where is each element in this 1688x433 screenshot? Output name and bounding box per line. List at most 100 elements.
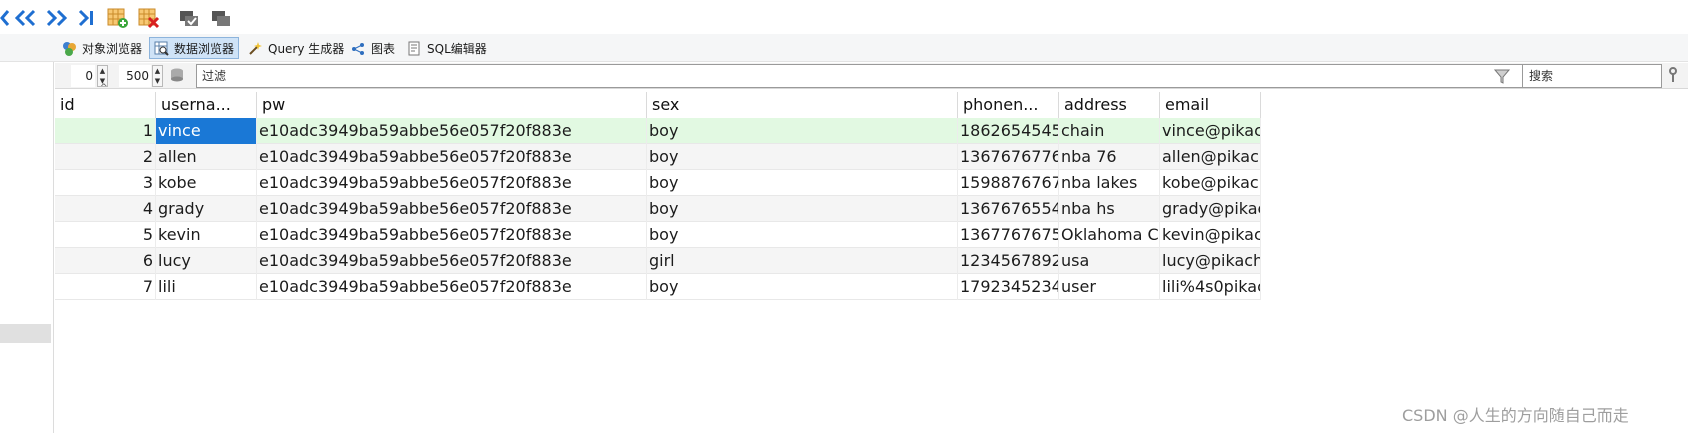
filter-input[interactable]: 过滤 ⌵	[196, 64, 1547, 88]
cell-address[interactable]: nba lakes	[1059, 170, 1160, 196]
cell-id[interactable]: 1	[55, 118, 156, 144]
table-row[interactable]: 5 kevin e10adc3949ba59abbe56e057f20f883e…	[55, 222, 1261, 248]
tab-label: SQL编辑器	[427, 41, 487, 56]
sql-editor-icon	[407, 41, 422, 56]
column-header-phonenum[interactable]: phonen...	[958, 92, 1059, 118]
left-panel-selection	[0, 324, 51, 343]
table-row[interactable]: 3 kobe e10adc3949ba59abbe56e057f20f883e …	[55, 170, 1261, 196]
cell-phonenum[interactable]: 13677676754	[958, 222, 1059, 248]
tab-label: 图表	[371, 41, 396, 56]
cell-phonenum[interactable]: 17923452343	[958, 274, 1059, 300]
search-input[interactable]: 搜索	[1522, 64, 1662, 88]
cell-pw[interactable]: e10adc3949ba59abbe56e057f20f883e	[257, 118, 647, 144]
limit-field[interactable]: 500	[119, 65, 151, 87]
cell-sex[interactable]: boy	[647, 144, 958, 170]
cell-email[interactable]: lucy@pikachu	[1160, 248, 1261, 274]
cell-id[interactable]: 7	[55, 274, 156, 300]
search-placeholder: 搜索	[1529, 69, 1554, 83]
cell-id[interactable]: 5	[55, 222, 156, 248]
tab-data-browser[interactable]: 数据浏览器	[149, 37, 240, 59]
cell-phonenum[interactable]: 15988767673	[958, 170, 1059, 196]
cell-email[interactable]: kevin@pikachu	[1160, 222, 1261, 248]
cell-pw[interactable]: e10adc3949ba59abbe56e057f20f883e	[257, 196, 647, 222]
tab-query-builder[interactable]: Query 生成器	[244, 37, 348, 59]
cell-id[interactable]: 4	[55, 196, 156, 222]
cell-phonenum[interactable]: 18626545458	[958, 118, 1059, 144]
first-icon[interactable]	[14, 6, 38, 30]
data-browser-icon	[154, 41, 169, 56]
cell-address[interactable]: Oklahoma City Thunder	[1059, 222, 1160, 248]
table-row[interactable]: 6 lucy e10adc3949ba59abbe56e057f20f883e …	[55, 248, 1261, 274]
cell-id[interactable]: 2	[55, 144, 156, 170]
cell-sex[interactable]: boy	[647, 222, 958, 248]
grid-header: ^ id userna... pw sex phonen... address …	[55, 83, 1261, 118]
tab-label: 数据浏览器	[174, 41, 235, 56]
cell-pw[interactable]: e10adc3949ba59abbe56e057f20f883e	[257, 274, 647, 300]
tab-label: 对象浏览器	[82, 41, 143, 56]
funnel-icon[interactable]	[1493, 67, 1511, 89]
column-header-email[interactable]: email	[1160, 92, 1261, 118]
cell-sex[interactable]: boy	[647, 170, 958, 196]
cell-username[interactable]: allen	[156, 144, 257, 170]
commit-icon[interactable]	[178, 6, 200, 30]
next-icon[interactable]	[44, 6, 68, 30]
column-header-address[interactable]: address	[1059, 92, 1160, 118]
tab-chart[interactable]: 图表	[347, 37, 399, 59]
column-header-username[interactable]: userna...	[156, 92, 257, 118]
query-builder-icon	[248, 41, 263, 56]
refresh-icon[interactable]	[169, 67, 185, 87]
cell-username[interactable]: vince	[156, 118, 257, 144]
cell-sex[interactable]: boy	[647, 274, 958, 300]
cell-phonenum[interactable]: 13676767767	[958, 144, 1059, 170]
cell-id[interactable]: 3	[55, 170, 156, 196]
cell-email[interactable]: kobe@pikachu	[1160, 170, 1261, 196]
cell-email[interactable]: allen@pikachu	[1160, 144, 1261, 170]
watermark: CSDN @人生的方向随自己而走	[1402, 406, 1629, 425]
add-row-icon[interactable]	[107, 6, 129, 30]
cell-username[interactable]: kevin	[156, 222, 257, 248]
cancel-icon[interactable]	[210, 6, 232, 30]
cell-id[interactable]: 6	[55, 248, 156, 274]
cell-email[interactable]: grady@pikachu	[1160, 196, 1261, 222]
cell-sex[interactable]: boy	[647, 196, 958, 222]
delete-row-icon[interactable]	[138, 6, 160, 30]
cell-phonenum[interactable]: 13676765545	[958, 196, 1059, 222]
grid-toolbar	[0, 0, 1688, 34]
cell-email[interactable]: vince@pikachu	[1160, 118, 1261, 144]
search-options-icon[interactable]	[1663, 64, 1688, 88]
cell-address[interactable]: chain	[1059, 118, 1160, 144]
cell-pw[interactable]: e10adc3949ba59abbe56e057f20f883e	[257, 248, 647, 274]
prev-icon[interactable]	[0, 6, 10, 30]
tab-object-browser[interactable]: 对象浏览器	[58, 37, 146, 59]
column-header-id[interactable]: id	[55, 92, 156, 118]
column-header-pw[interactable]: pw	[257, 92, 647, 118]
table-row[interactable]: 4 grady e10adc3949ba59abbe56e057f20f883e…	[55, 196, 1261, 222]
limit-stepper[interactable]: ▲ ▼	[152, 65, 163, 87]
table-row[interactable]: 7 lili e10adc3949ba59abbe56e057f20f883e …	[55, 274, 1261, 300]
cell-phonenum[interactable]: 12345678922	[958, 248, 1059, 274]
cell-address[interactable]: user	[1059, 274, 1160, 300]
cell-username[interactable]: grady	[156, 196, 257, 222]
filter-bar: 0 ▲▼ 500 ▲▼ 过滤 ⌵ 搜索	[55, 63, 1688, 89]
cell-username[interactable]: kobe	[156, 170, 257, 196]
offset-field[interactable]: 0	[71, 65, 95, 87]
cell-pw[interactable]: e10adc3949ba59abbe56e057f20f883e	[257, 170, 647, 196]
chart-icon	[351, 41, 366, 56]
cell-username[interactable]: lucy	[156, 248, 257, 274]
cell-address[interactable]: nba hs	[1059, 196, 1160, 222]
table-row[interactable]: 1 vince e10adc3949ba59abbe56e057f20f883e…	[55, 118, 1261, 144]
table-row[interactable]: 2 allen e10adc3949ba59abbe56e057f20f883e…	[55, 144, 1261, 170]
data-grid: ^ id userna... pw sex phonen... address …	[55, 83, 1261, 300]
cell-sex[interactable]: boy	[647, 118, 958, 144]
cell-pw[interactable]: e10adc3949ba59abbe56e057f20f883e	[257, 144, 647, 170]
cell-username[interactable]: lili	[156, 274, 257, 300]
cell-email[interactable]: lili%4s0pikachu	[1160, 274, 1261, 300]
view-tabs: 对象浏览器 数据浏览器 Query 生成器 图表 SQL编辑器	[0, 34, 1688, 62]
cell-address[interactable]: nba 76	[1059, 144, 1160, 170]
cell-sex[interactable]: girl	[647, 248, 958, 274]
cell-pw[interactable]: e10adc3949ba59abbe56e057f20f883e	[257, 222, 647, 248]
column-header-sex[interactable]: sex	[647, 92, 958, 118]
cell-address[interactable]: usa	[1059, 248, 1160, 274]
last-icon[interactable]	[76, 6, 96, 30]
tab-sql-editor[interactable]: SQL编辑器	[403, 37, 491, 59]
